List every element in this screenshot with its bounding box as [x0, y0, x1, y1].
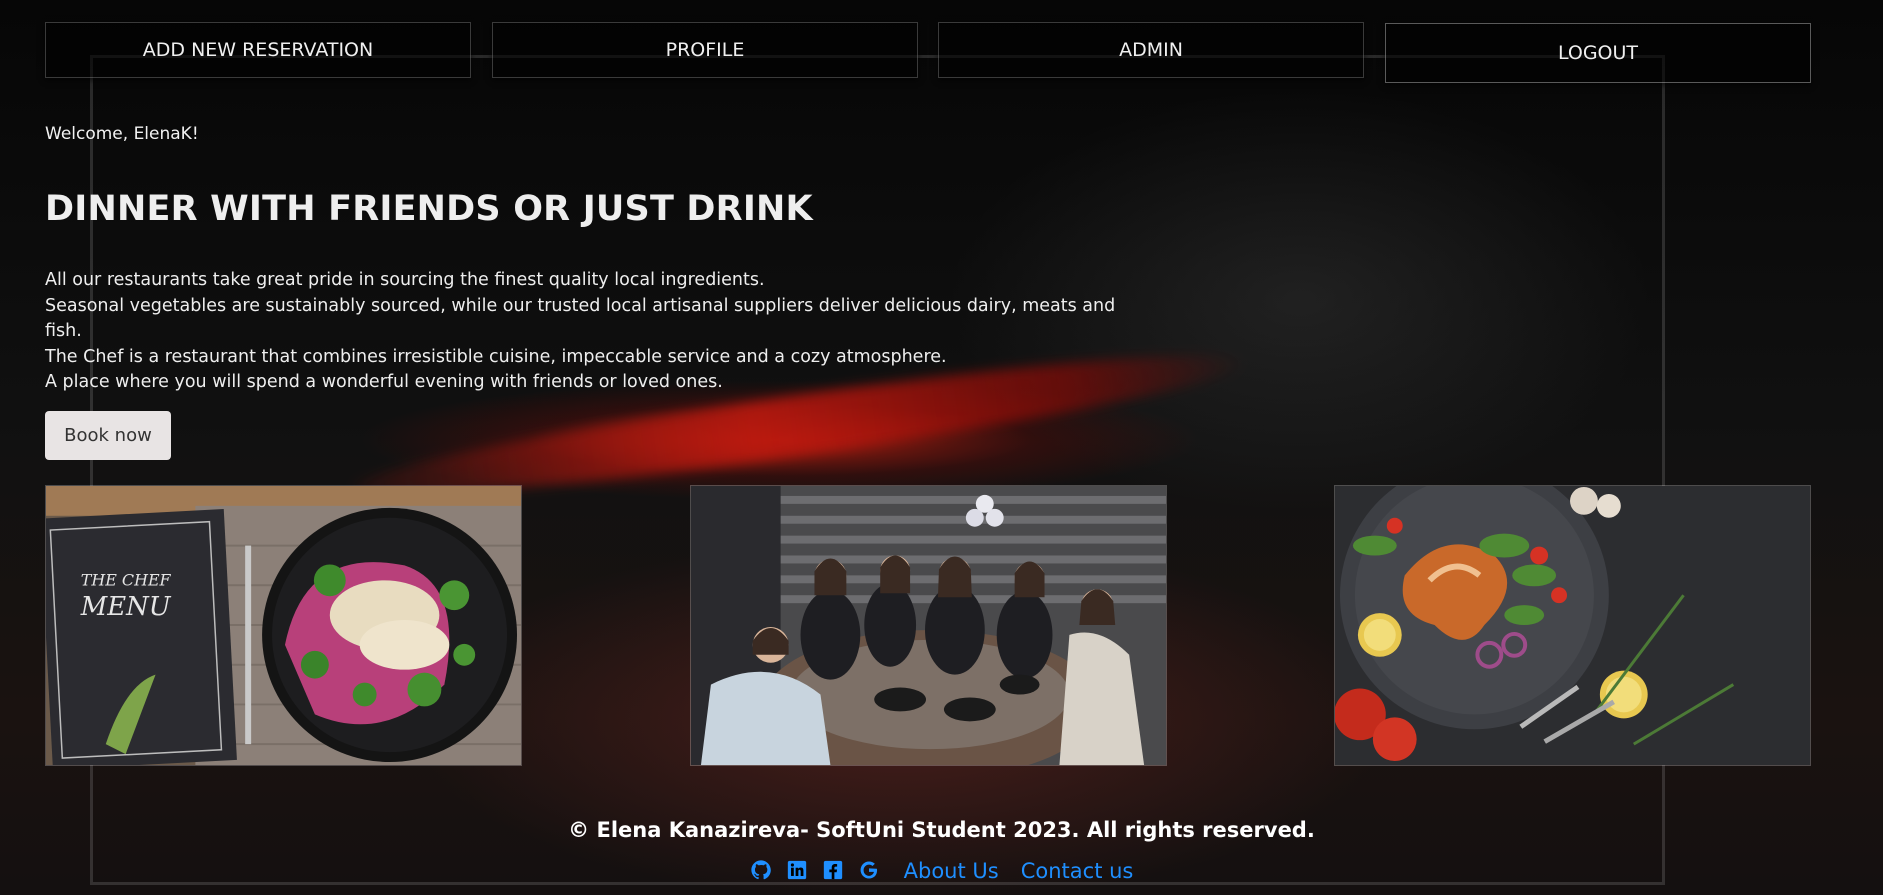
hero-paragraph: The Chef is a restaurant that combines i… [45, 346, 947, 367]
footer-links: About Us Contact us [0, 856, 1883, 886]
book-now-button[interactable]: Book now [45, 411, 171, 460]
hero-paragraph: Seasonal vegetables are sustainably sour… [45, 295, 1116, 342]
footer-copyright: © Elena Kanazireva- SoftUni Student 2023… [568, 818, 1315, 842]
hero-paragraph: All our restaurants take great pride in … [45, 270, 765, 290]
logout-button[interactable]: LOGOUT [1385, 23, 1811, 83]
page-title: DINNER WITH FRIENDS OR JUST DRINK [45, 189, 813, 229]
linkedin-icon[interactable] [786, 859, 810, 883]
salmon-plate-photo [1334, 485, 1811, 766]
admin-button[interactable]: ADMIN [938, 22, 1364, 78]
facebook-icon[interactable] [822, 859, 846, 883]
hero-paragraph: A place where you will spend a wonderful… [45, 372, 723, 392]
menu-card-title: THE CHEF [81, 570, 172, 589]
hero-description: All our restaurants take great pride in … [45, 268, 1145, 396]
friends-dinner-photo [690, 485, 1167, 766]
profile-button[interactable]: PROFILE [492, 22, 918, 78]
contact-us-link[interactable]: Contact us [1021, 859, 1134, 883]
google-icon[interactable] [858, 859, 882, 883]
github-icon[interactable] [750, 859, 774, 883]
about-us-link[interactable]: About Us [904, 859, 999, 883]
welcome-message: Welcome, ElenaK! [45, 124, 199, 144]
photo-gallery: THE CHEF MENU [45, 485, 1811, 766]
menu-dish-photo: THE CHEF MENU [45, 485, 522, 766]
top-navigation: ADD NEW RESERVATION PROFILE ADMIN LOGOUT [45, 22, 1811, 84]
menu-card-subtitle: MENU [80, 592, 172, 622]
add-new-reservation-button[interactable]: ADD NEW RESERVATION [45, 22, 471, 78]
